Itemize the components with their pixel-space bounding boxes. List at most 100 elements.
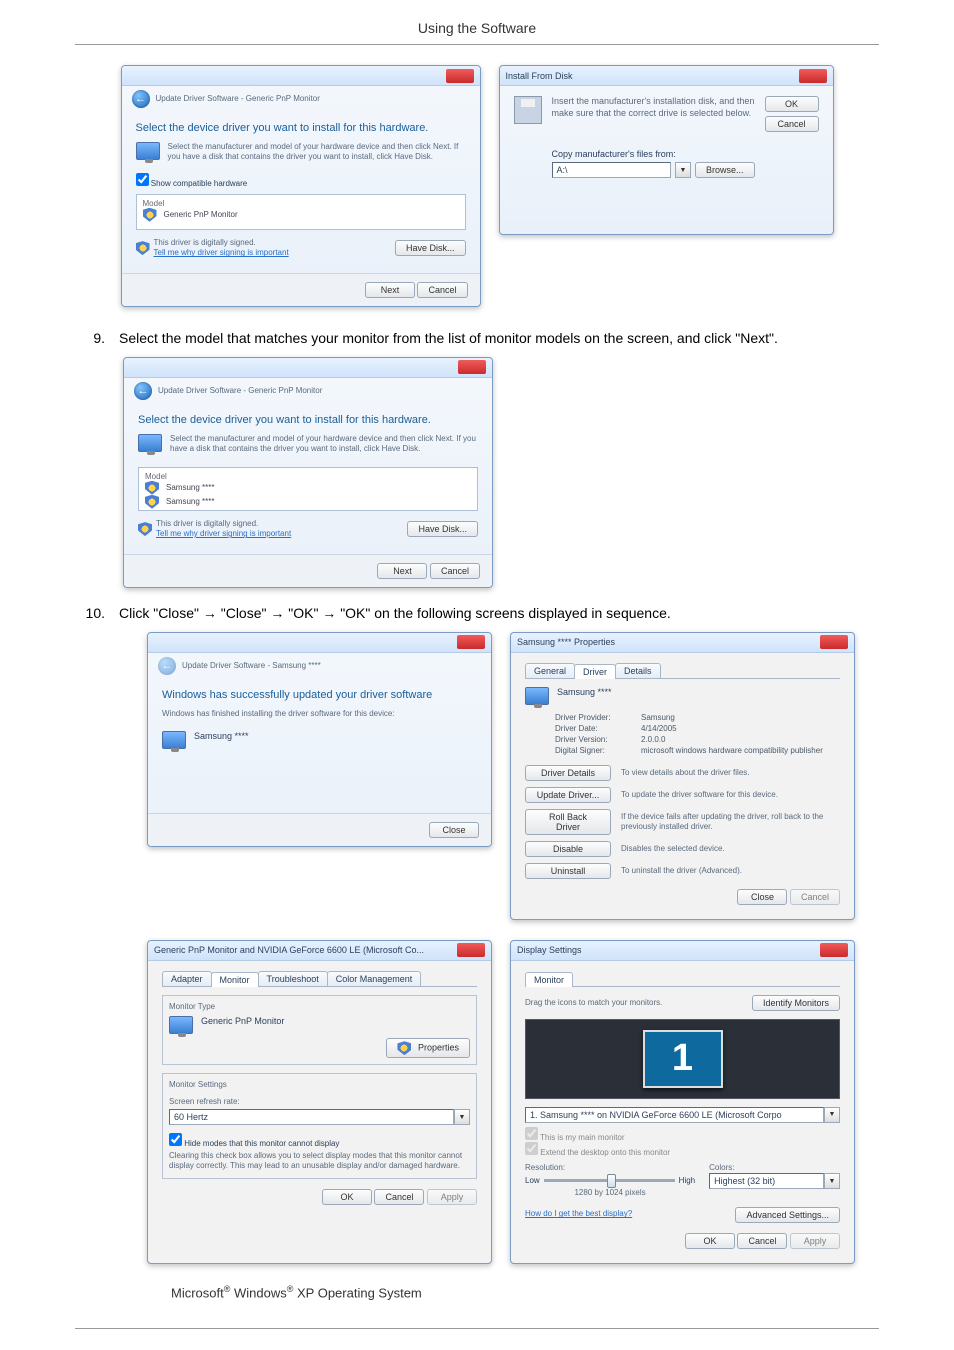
- chevron-down-icon[interactable]: ▼: [675, 162, 691, 178]
- colors-select[interactable]: Highest (32 bit): [709, 1173, 824, 1189]
- cancel-button[interactable]: Cancel: [737, 1233, 787, 1249]
- success-sub: Windows has finished installing the driv…: [162, 709, 477, 719]
- page-title: Using the Software: [0, 0, 954, 44]
- browse-button[interactable]: Browse...: [695, 162, 755, 178]
- tab-color[interactable]: Color Management: [327, 971, 422, 986]
- model-item[interactable]: Generic PnP Monitor: [164, 210, 238, 219]
- path-field[interactable]: A:\: [552, 162, 671, 178]
- close-icon[interactable]: [458, 360, 486, 374]
- monitor-settings-label: Monitor Settings: [169, 1080, 470, 1090]
- show-compatible-label: Show compatible hardware: [151, 179, 248, 188]
- ok-button[interactable]: OK: [685, 1233, 735, 1249]
- refresh-select[interactable]: 60 Hertz: [169, 1109, 454, 1125]
- hide-modes-label: Hide modes that this monitor cannot disp…: [184, 1139, 339, 1148]
- chevron-down-icon[interactable]: ▼: [824, 1107, 840, 1123]
- model-list[interactable]: Model Samsung **** Samsung ****: [138, 467, 478, 511]
- shield-icon: [145, 481, 159, 495]
- next-button[interactable]: Next: [377, 563, 427, 579]
- hide-modes-desc: Clearing this check box allows you to se…: [169, 1151, 470, 1172]
- display-number[interactable]: 1: [643, 1030, 723, 1088]
- tab-details[interactable]: Details: [615, 663, 661, 678]
- back-icon[interactable]: ←: [132, 90, 150, 108]
- identify-button[interactable]: Identify Monitors: [752, 995, 840, 1011]
- best-display-link[interactable]: How do I get the best display?: [525, 1209, 735, 1219]
- advanced-button[interactable]: Advanced Settings...: [735, 1207, 840, 1223]
- apply-button[interactable]: Apply: [790, 1233, 840, 1249]
- footer-divider: [75, 1328, 879, 1329]
- shield-icon: [136, 241, 150, 255]
- cancel-button[interactable]: Cancel: [765, 116, 819, 132]
- have-disk-button[interactable]: Have Disk...: [395, 240, 466, 256]
- step-text: Select the model that matches your monit…: [119, 327, 879, 349]
- model-item[interactable]: Samsung ****: [166, 483, 214, 492]
- back-icon[interactable]: ←: [134, 382, 152, 400]
- install-from-disk-dialog: Install From Disk Insert the manufacture…: [499, 65, 834, 235]
- resolution-label: Resolution:: [525, 1163, 695, 1173]
- ok-button[interactable]: OK: [322, 1189, 372, 1205]
- instruction-text: Select the manufacturer and model of you…: [168, 142, 466, 163]
- dialog-subtitle: Update Driver Software - Samsung ****: [182, 661, 321, 671]
- cancel-button[interactable]: Cancel: [417, 282, 467, 298]
- display-preview[interactable]: 1: [525, 1019, 840, 1099]
- tab-monitor[interactable]: Monitor: [525, 972, 573, 987]
- show-compatible-checkbox[interactable]: [136, 173, 149, 186]
- tab-driver[interactable]: Driver: [574, 664, 616, 679]
- drag-instruction: Drag the icons to match your monitors.: [525, 998, 746, 1008]
- close-icon[interactable]: [457, 943, 485, 957]
- uninstall-button[interactable]: Uninstall: [525, 863, 611, 879]
- driver-details-button[interactable]: Driver Details: [525, 765, 611, 781]
- hide-modes-checkbox[interactable]: [169, 1133, 182, 1146]
- cancel-button[interactable]: Cancel: [430, 563, 480, 579]
- rollback-button[interactable]: Roll Back Driver: [525, 809, 611, 835]
- close-icon[interactable]: [820, 635, 848, 649]
- chevron-down-icon[interactable]: ▼: [824, 1173, 840, 1189]
- model-header: Model: [145, 472, 471, 481]
- close-icon[interactable]: [457, 635, 485, 649]
- update-driver-desc: To update the driver software for this d…: [621, 790, 840, 800]
- model-list[interactable]: Model Generic PnP Monitor: [136, 194, 466, 230]
- signing-link[interactable]: Tell me why driver signing is important: [154, 248, 289, 258]
- apply-button[interactable]: Apply: [427, 1189, 477, 1205]
- install-instruction: Insert the manufacturer's installation d…: [552, 96, 755, 119]
- colors-label: Colors:: [709, 1163, 840, 1173]
- tab-monitor[interactable]: Monitor: [211, 972, 259, 987]
- chevron-down-icon[interactable]: ▼: [454, 1109, 470, 1125]
- update-driver-button[interactable]: Update Driver...: [525, 787, 611, 803]
- ok-button[interactable]: OK: [765, 96, 819, 112]
- shield-icon: [145, 495, 159, 509]
- close-icon[interactable]: [820, 943, 848, 957]
- main-monitor-label: This is my main monitor: [540, 1133, 624, 1142]
- monitor-icon: [136, 142, 160, 160]
- close-icon[interactable]: [446, 69, 474, 83]
- disable-button[interactable]: Disable: [525, 841, 611, 857]
- cancel-button[interactable]: Cancel: [790, 889, 840, 905]
- resolution-slider[interactable]: [544, 1179, 675, 1182]
- tab-general[interactable]: General: [525, 663, 575, 678]
- driver-details-desc: To view details about the driver files.: [621, 768, 840, 778]
- close-icon[interactable]: [799, 69, 827, 83]
- monitor-select[interactable]: 1. Samsung **** on NVIDIA GeForce 6600 L…: [525, 1107, 824, 1123]
- cancel-button[interactable]: Cancel: [374, 1189, 424, 1205]
- signed-text: This driver is digitally signed.: [154, 238, 289, 248]
- step-number: 9.: [75, 327, 105, 349]
- have-disk-button[interactable]: Have Disk...: [407, 521, 478, 537]
- next-button[interactable]: Next: [365, 282, 415, 298]
- tab-troubleshoot[interactable]: Troubleshoot: [258, 971, 328, 986]
- tab-adapter[interactable]: Adapter: [162, 971, 212, 986]
- monitor-type-label: Monitor Type: [169, 1002, 470, 1012]
- dialog-title: Generic PnP Monitor and NVIDIA GeForce 6…: [154, 945, 424, 955]
- monitor-tab-dialog: Generic PnP Monitor and NVIDIA GeForce 6…: [147, 940, 492, 1264]
- close-button[interactable]: Close: [737, 889, 787, 905]
- signing-link[interactable]: Tell me why driver signing is important: [156, 529, 291, 539]
- shield-icon: [397, 1041, 411, 1055]
- provider-label: Driver Provider:: [555, 713, 633, 722]
- model-item[interactable]: Samsung ****: [166, 497, 214, 506]
- properties-button[interactable]: Properties: [386, 1038, 470, 1058]
- update-driver-dialog: ← Update Driver Software - Generic PnP M…: [121, 65, 481, 307]
- copy-label: Copy manufacturer's files from:: [552, 149, 755, 159]
- dialog-heading: Select the device driver you want to ins…: [136, 122, 466, 134]
- driver-properties-dialog: Samsung **** Properties General Driver D…: [510, 632, 855, 920]
- close-button[interactable]: Close: [429, 822, 479, 838]
- extend-label: Extend the desktop onto this monitor: [540, 1148, 670, 1157]
- success-heading: Windows has successfully updated your dr…: [162, 689, 477, 701]
